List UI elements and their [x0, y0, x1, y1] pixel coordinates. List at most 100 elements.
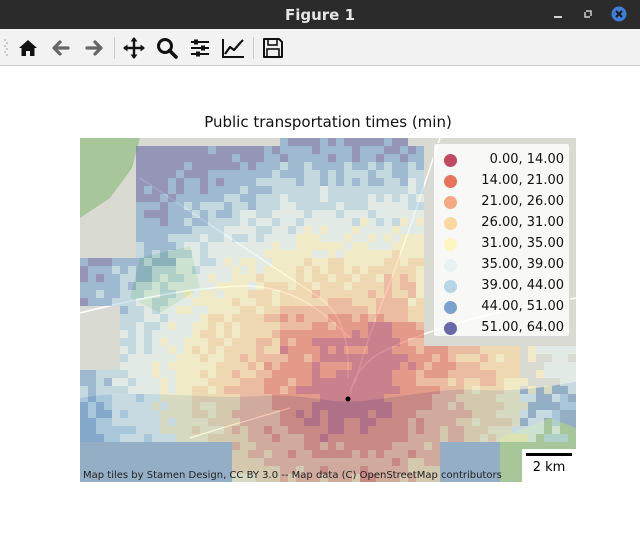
- grid-cell: [280, 242, 288, 250]
- grid-cell: [424, 354, 432, 362]
- grid-cell: [232, 418, 240, 426]
- grid-cell: [384, 282, 392, 290]
- grid-cell: [536, 370, 544, 378]
- grid-cell: [568, 386, 576, 394]
- grid-cell: [88, 290, 96, 298]
- grid-cell: [176, 234, 184, 242]
- grid-cell: [264, 154, 272, 162]
- grid-cell: [248, 402, 256, 410]
- save-button[interactable]: [260, 35, 286, 61]
- grid-cell: [200, 354, 208, 362]
- grid-cell: [376, 362, 384, 370]
- grid-cell: [104, 410, 112, 418]
- grid-cell: [312, 242, 320, 250]
- map-attribution: Map tiles by Stamen Design, CC BY 3.0 --…: [83, 470, 502, 481]
- grid-cell: [248, 330, 256, 338]
- grid-cell: [200, 242, 208, 250]
- grid-cell: [216, 186, 224, 194]
- grid-cell: [552, 346, 560, 354]
- grid-cell: [552, 362, 560, 370]
- grid-cell: [264, 346, 272, 354]
- grid-cell: [360, 394, 368, 402]
- legend-label: 26.00, 31.00: [481, 215, 564, 230]
- grid-cell: [288, 202, 296, 210]
- grid-cell: [144, 202, 152, 210]
- grid-cell: [208, 146, 216, 154]
- grid-cell: [256, 226, 264, 234]
- grid-cell: [304, 186, 312, 194]
- grid-cell: [264, 146, 272, 154]
- grid-cell: [280, 202, 288, 210]
- grid-cell: [368, 186, 376, 194]
- grid-cell: [304, 386, 312, 394]
- grid-cell: [432, 394, 440, 402]
- grid-cell: [144, 146, 152, 154]
- grid-cell: [168, 354, 176, 362]
- home-button[interactable]: [15, 35, 41, 61]
- grid-cell: [504, 362, 512, 370]
- grid-cell: [328, 378, 336, 386]
- grid-cell: [224, 226, 232, 234]
- grid-cell: [360, 306, 368, 314]
- grid-cell: [312, 250, 320, 258]
- grid-cell: [496, 434, 504, 442]
- grid-cell: [376, 298, 384, 306]
- grid-cell: [360, 378, 368, 386]
- grid-cell: [304, 218, 312, 226]
- grid-cell: [496, 418, 504, 426]
- grid-cell: [312, 346, 320, 354]
- grid-cell: [104, 378, 112, 386]
- grid-cell: [280, 314, 288, 322]
- pan-button[interactable]: [121, 35, 147, 61]
- grid-cell: [200, 162, 208, 170]
- grid-cell: [344, 210, 352, 218]
- grid-cell: [152, 338, 160, 346]
- grid-cell: [160, 314, 168, 322]
- grid-cell: [272, 162, 280, 170]
- grid-cell: [376, 418, 384, 426]
- grid-cell: [304, 290, 312, 298]
- grid-cell: [296, 242, 304, 250]
- grid-cell: [336, 138, 344, 146]
- grid-cell: [176, 434, 184, 442]
- grid-cell: [352, 298, 360, 306]
- grid-cell: [448, 386, 456, 394]
- grid-cell: [312, 218, 320, 226]
- grid-cell: [136, 266, 144, 274]
- grid-cell: [376, 306, 384, 314]
- zoom-button[interactable]: [154, 35, 180, 61]
- grid-cell: [328, 346, 336, 354]
- grid-cell: [416, 442, 424, 450]
- grid-cell: [272, 362, 280, 370]
- grid-cell: [232, 218, 240, 226]
- grid-cell: [256, 146, 264, 154]
- grid-cell: [400, 266, 408, 274]
- grid-cell: [320, 410, 328, 418]
- back-button[interactable]: [48, 35, 74, 61]
- grid-cell: [312, 290, 320, 298]
- grid-cell: [456, 434, 464, 442]
- minimize-button[interactable]: [550, 6, 566, 22]
- grid-cell: [320, 378, 328, 386]
- grid-cell: [416, 298, 424, 306]
- toolbar-grip-icon[interactable]: [4, 38, 8, 58]
- grid-cell: [360, 266, 368, 274]
- grid-cell: [112, 298, 120, 306]
- restore-button[interactable]: [580, 6, 596, 22]
- configure-subplots-button[interactable]: [187, 35, 213, 61]
- grid-cell: [240, 290, 248, 298]
- edit-axis-button[interactable]: [220, 35, 246, 61]
- legend-label: 0.00, 14.00: [489, 152, 564, 167]
- grid-cell: [464, 434, 472, 442]
- grid-cell: [560, 402, 568, 410]
- grid-cell: [400, 218, 408, 226]
- grid-cell: [360, 442, 368, 450]
- grid-cell: [272, 170, 280, 178]
- grid-cell: [408, 306, 416, 314]
- grid-cell: [408, 170, 416, 178]
- grid-cell: [152, 194, 160, 202]
- forward-button[interactable]: [81, 35, 107, 61]
- grid-cell: [184, 282, 192, 290]
- grid-cell: [288, 458, 296, 466]
- close-button[interactable]: [611, 6, 627, 22]
